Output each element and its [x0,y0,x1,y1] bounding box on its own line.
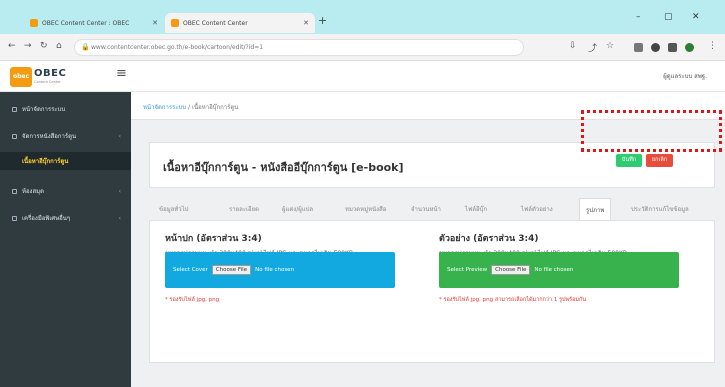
browser-tab-2[interactable]: OBEC Content Center ✕ [165,13,315,33]
sidebar-item-label: เครื่องมือพิเศษอื่นๆ [22,215,71,222]
close-window-button[interactable]: ✕ [692,12,700,22]
sidebar-item-cartoon[interactable]: จัดการหนังสือการ์ตูน ‹ [0,127,131,145]
images-tab-panel: หน้าปก (อัตราส่วน 3:4) ขนาดรูปภาพแนะนำ 3… [149,220,715,363]
preview-upload-prompt: Select Preview [447,267,488,273]
tab-images[interactable]: รูปภาพ [579,198,612,220]
menu-item-icon [12,133,17,139]
sidebar-item-label: หน้าจัดการระบบ [22,106,66,113]
hamburger-menu-icon[interactable]: ≡ [116,66,127,81]
close-tab-icon[interactable]: ✕ [152,19,158,27]
app-header: obec OBEC Content Center ≡ ผู้ดูแลระบบ ส… [0,61,725,92]
minimize-button[interactable]: – [636,12,641,22]
sidebar-item-ebook-content[interactable]: เนื้อหาอีบุ๊กการ์ตูน [0,152,131,170]
preview-upload-box[interactable]: Select Preview Choose File No file chose… [439,252,679,288]
close-tab-icon[interactable]: ✕ [303,19,309,27]
cancel-button[interactable]: ยกเลิก [646,154,673,167]
address-bar: ← → ↻ ⌂ 🔒 www.contentcenter.obec.go.th/e… [0,34,725,61]
tab-category[interactable]: หมวดหมู่หนังสือ [345,204,386,214]
cover-heading: หน้าปก (อัตราส่วน 3:4) [165,234,262,244]
breadcrumb-current: เนื้อหาอีบุ๊กการ์ตูน [192,104,239,111]
browser-tab-title: OBEC Content Center : OBEC [42,19,130,27]
back-icon[interactable]: ← [8,41,16,51]
main-content: หน้าจัดการระบบ / เนื้อหาอีบุ๊กการ์ตูน เน… [131,92,725,387]
logo-badge: obec [10,67,32,87]
preview-choose-file-button[interactable]: Choose File [491,265,531,275]
preview-heading: ตัวอย่าง (อัตราส่วน 3:4) [439,234,539,244]
browser-tab-title: OBEC Content Center [183,19,248,27]
tab-details[interactable]: รายละเอียด [229,204,259,214]
url-input[interactable]: 🔒 www.contentcenter.obec.go.th/e-book/ca… [74,39,524,56]
tab-sample-file[interactable]: ไฟล์ตัวอย่าง [521,204,553,214]
sidebar-item-library[interactable]: ห้องสมุด ‹ [0,182,131,200]
favicon-icon [171,19,179,27]
sidebar-item-label: เนื้อหาอีบุ๊กการ์ตูน [22,158,69,165]
menu-item-icon [12,188,17,194]
share-icon[interactable]: ⤴ [588,41,597,54]
sidebar-item-label: ห้องสมุด [22,188,45,195]
site-logo[interactable]: obec OBEC Content Center [10,67,70,87]
tab-history[interactable]: ประวัติการแก้ไขข้อมูล [631,204,689,214]
sidebar-item-dashboard[interactable]: หน้าจัดการระบบ [0,100,131,118]
extension-icon[interactable] [634,43,643,52]
sidebar: หน้าจัดการระบบ จัดการหนังสือการ์ตูน ‹ เน… [0,92,131,387]
tab-ebook-file[interactable]: ไฟล์อีบุ๊ก [465,204,487,214]
page-title: เนื้อหาอีบุ๊กการ์ตูน - หนังสืออีบุ๊กการ์… [163,161,404,174]
sidebar-item-label: จัดการหนังสือการ์ตูน [22,133,77,140]
browser-tab-strip: OBEC Content Center : OBEC ✕ OBEC Conten… [0,0,725,34]
tab-authors[interactable]: ผู้แต่ง/ผู้แปล [282,204,313,214]
forward-icon[interactable]: → [24,41,32,51]
cover-note: * รองรับไฟล์ jpg, png [165,297,220,303]
tab-general[interactable]: ข้อมูลทั่วไป [159,204,189,214]
logo-text: OBEC [34,68,67,79]
menu-item-icon [12,106,17,112]
restore-button[interactable]: ▢ [664,12,673,22]
tab-pages[interactable]: จำนวนหน้า [411,204,441,214]
preview-file-status: No file chosen [534,267,574,273]
logo-subtext: Content Center [34,80,61,84]
chevron-left-icon: ‹ [118,214,121,222]
chevron-left-icon: ‹ [118,187,121,195]
extension-icon[interactable] [651,43,660,52]
breadcrumb-home-link[interactable]: หน้าจัดการระบบ [143,104,186,111]
menu-kebab-icon[interactable]: ⋮ [708,41,717,51]
lock-icon: 🔒 [81,43,90,51]
user-label[interactable]: ผู้ดูแลระบบ สพฐ. [663,71,707,81]
url-text: www.contentcenter.obec.go.th/e-book/cart… [91,44,264,51]
breadcrumb-separator: / [188,104,191,111]
download-icon[interactable]: ⇩ [569,41,577,51]
cover-choose-file-button[interactable]: Choose File [211,265,252,275]
star-icon[interactable]: ☆ [606,41,614,51]
form-tabs: ข้อมูลทั่วไป รายละเอียด ผู้แต่ง/ผู้แปล ห… [149,198,715,220]
highlight-annotation [581,110,722,152]
cover-upload-prompt: Select Cover [173,267,208,273]
reload-icon[interactable]: ↻ [40,41,48,51]
profile-avatar-icon[interactable] [685,43,694,52]
cover-upload-box[interactable]: Select Cover Choose File No file chosen [165,252,395,288]
cover-file-status: No file chosen [255,267,295,273]
home-icon[interactable]: ⌂ [56,41,62,51]
preview-note: * รองรับไฟล์ jpg, png สามารถเลือกได้มากก… [439,297,587,303]
sidebar-item-tools[interactable]: เครื่องมือพิเศษอื่นๆ ‹ [0,209,131,227]
chevron-left-icon: ‹ [118,132,121,140]
new-tab-button[interactable]: + [318,14,327,27]
extension-icon[interactable] [668,43,677,52]
save-button[interactable]: บันทึก [616,154,642,167]
browser-tab-1[interactable]: OBEC Content Center : OBEC ✕ [24,13,164,33]
menu-item-icon [12,215,17,221]
favicon-icon [30,19,38,27]
